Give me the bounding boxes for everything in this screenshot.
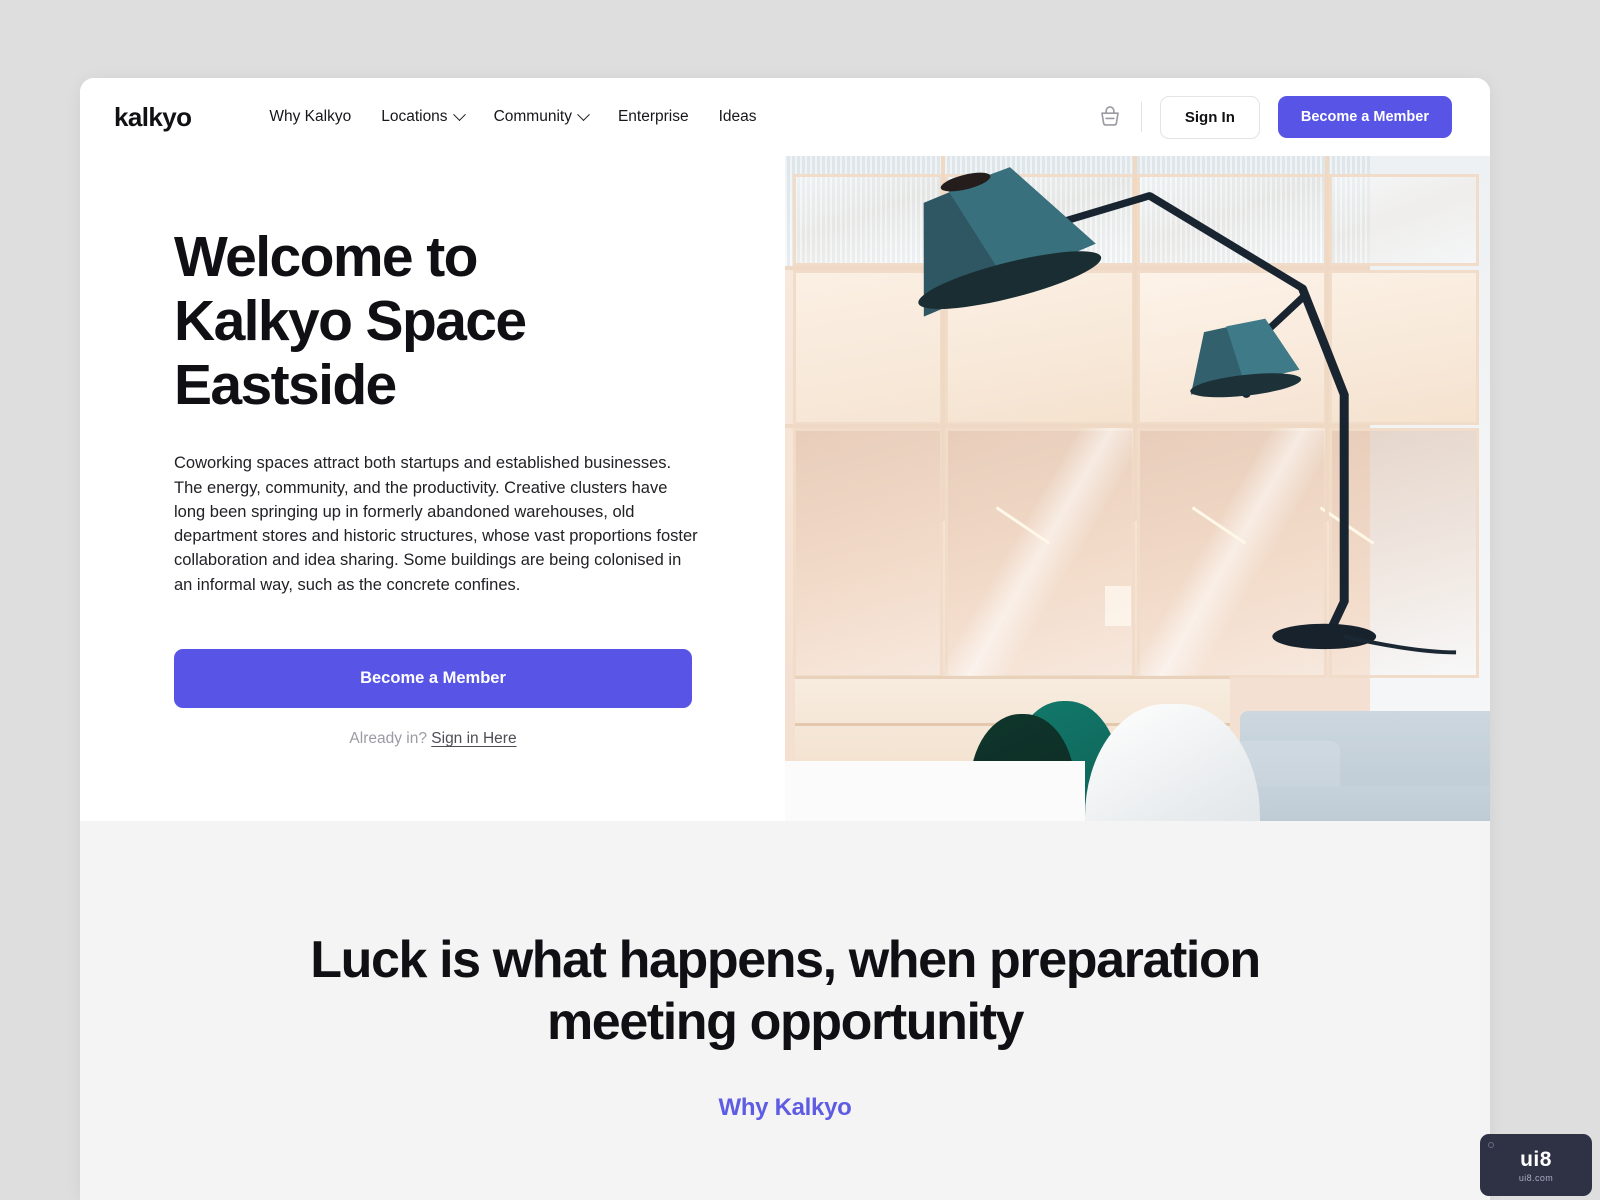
chevron-down-icon	[577, 107, 590, 121]
nav-label: Community	[493, 108, 572, 125]
sign-in-button[interactable]: Sign In	[1159, 95, 1260, 139]
nav-item-ideas[interactable]: Ideas	[719, 108, 757, 126]
chevron-down-icon	[452, 107, 466, 121]
photo-arc-floor-lamp	[918, 167, 1457, 655]
watermark-dot-icon	[1488, 1142, 1494, 1148]
main-navigation: Why Kalkyo Locations Community Enterpris…	[269, 107, 757, 126]
header-actions: Sign In Become a Member	[1097, 95, 1452, 139]
nav-label: Why Kalkyo	[269, 108, 352, 125]
why-kalkyo-link[interactable]: Why Kalkyo	[718, 1094, 851, 1122]
become-member-button-hero[interactable]: Become a Member	[174, 648, 692, 708]
become-member-button-header[interactable]: Become a Member	[1277, 96, 1452, 138]
nav-label: Locations	[381, 108, 448, 125]
nav-item-why-kalkyo[interactable]: Why Kalkyo	[269, 108, 351, 126]
nav-label: Enterprise	[617, 108, 689, 125]
hero-image	[785, 156, 1490, 821]
quote-section: Luck is what happens, when preparation m…	[80, 821, 1490, 1200]
page-title: Welcome to Kalkyo Space Eastside	[174, 225, 527, 417]
hero-content: Welcome to Kalkyo Space Eastside Coworki…	[80, 156, 785, 821]
shopping-basket-icon[interactable]	[1097, 104, 1123, 130]
photo-foreground-surface	[785, 761, 1085, 821]
header-divider	[1140, 102, 1142, 132]
ui8-watermark-badge: ui8 ui8.com	[1480, 1134, 1592, 1196]
watermark-title: ui8	[1520, 1147, 1552, 1171]
nav-item-enterprise[interactable]: Enterprise	[618, 108, 689, 126]
nav-item-community[interactable]: Community	[493, 107, 590, 126]
watermark-subtitle: ui8.com	[1518, 1172, 1554, 1183]
nav-item-locations[interactable]: Locations	[381, 107, 466, 126]
brand-logo[interactable]: kalkyo	[114, 102, 192, 133]
nav-label: Ideas	[718, 108, 757, 125]
quote-heading: Luck is what happens, when preparation m…	[310, 931, 1261, 1052]
hero-section: Welcome to Kalkyo Space Eastside Coworki…	[80, 156, 1490, 821]
browser-window: kalkyo Why Kalkyo Locations Community En…	[80, 78, 1490, 1200]
already-member-row: Already in? Sign in Here	[174, 730, 692, 748]
site-header: kalkyo Why Kalkyo Locations Community En…	[80, 78, 1490, 156]
sign-in-here-link[interactable]: Sign in Here	[431, 730, 516, 747]
already-member-label: Already in?	[349, 729, 432, 747]
hero-description: Coworking spaces attract both startups a…	[174, 454, 698, 594]
